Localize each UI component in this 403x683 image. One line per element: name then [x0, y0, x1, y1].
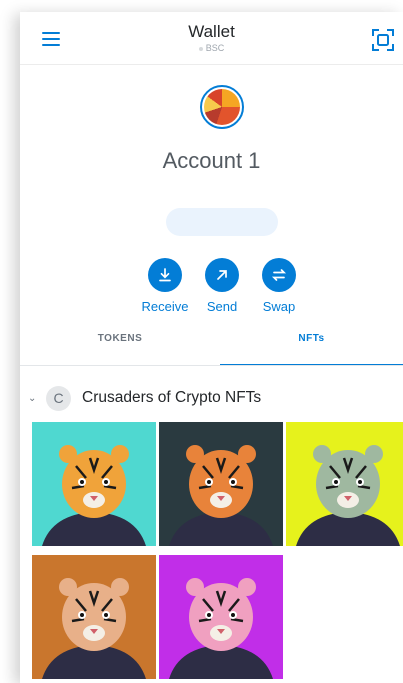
- collection-name: Crusaders of Crypto NFTs: [82, 389, 262, 406]
- collection-icon: C: [46, 385, 71, 411]
- receive-label: Receive: [141, 299, 189, 314]
- account-avatar[interactable]: [200, 85, 244, 129]
- header: Wallet BSC: [20, 12, 403, 65]
- network-name: BSC: [205, 43, 225, 53]
- qr-scan-icon[interactable]: [372, 29, 394, 51]
- nft-item[interactable]: [159, 555, 283, 679]
- receive-button[interactable]: Receive: [135, 258, 195, 314]
- nft-image: [32, 422, 156, 546]
- nft-image: [159, 422, 283, 546]
- send-button[interactable]: Send: [192, 258, 252, 314]
- send-label: Send: [206, 299, 238, 314]
- nft-grid: [32, 422, 403, 683]
- network-dot: [198, 46, 203, 51]
- tab-divider: [20, 365, 403, 366]
- nft-item[interactable]: [32, 555, 156, 679]
- chevron-down-icon[interactable]: ⌄: [28, 393, 42, 404]
- nft-item[interactable]: [159, 422, 283, 546]
- arrow-up-right-icon: [205, 258, 239, 292]
- tab-nfts[interactable]: NFTs: [220, 324, 403, 366]
- asset-tabs: TOKENS NFTs: [20, 324, 403, 366]
- collection-header[interactable]: ⌄ C Crusaders of Crypto NFTs: [28, 385, 261, 411]
- page-title: Wallet: [188, 22, 235, 41]
- nft-item[interactable]: [32, 422, 156, 546]
- nft-image: [159, 555, 283, 679]
- nft-image: [32, 555, 156, 679]
- swap-button[interactable]: Swap: [249, 258, 309, 314]
- tab-nfts-label: NFTs: [298, 333, 325, 344]
- action-bar: Receive Send Swap: [20, 258, 403, 318]
- nft-item[interactable]: [286, 422, 403, 546]
- network-label[interactable]: BSC: [20, 43, 403, 53]
- tab-tokens[interactable]: TOKENS: [20, 324, 220, 366]
- nft-image: [286, 422, 403, 546]
- download-icon: [148, 258, 182, 292]
- swap-label: Swap: [262, 299, 296, 314]
- wallet-frame: Wallet BSC Account 1 Receive Send Swap T…: [20, 12, 403, 683]
- account-name[interactable]: Account 1: [20, 148, 403, 174]
- swap-icon: [262, 258, 296, 292]
- account-address-pill[interactable]: [166, 208, 278, 236]
